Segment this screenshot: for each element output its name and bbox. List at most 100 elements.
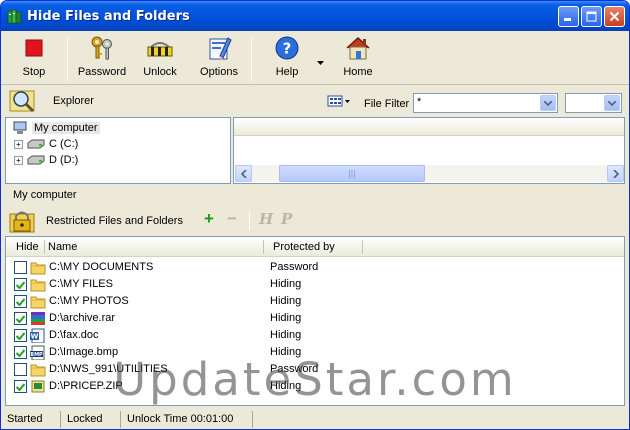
file-list-header[interactable] <box>234 118 624 136</box>
home-icon <box>346 36 370 60</box>
home-button[interactable]: Home <box>341 33 375 83</box>
help-dropdown-arrow[interactable] <box>317 55 324 68</box>
magnifier-icon <box>9 90 35 113</box>
folder-tree[interactable]: My computer + C (C:) + D (D:) <box>5 117 231 184</box>
options-icon <box>209 37 232 60</box>
computer-icon <box>13 121 27 134</box>
column-header-hide[interactable]: Hide <box>16 241 39 253</box>
table-row[interactable]: C:\MY DOCUMENTS Password <box>6 259 624 276</box>
zip-icon <box>31 380 45 393</box>
row-protected-by: Hiding <box>270 278 302 290</box>
table-row[interactable]: C:\MY FILES Hiding <box>6 276 624 293</box>
toolbar-separator <box>249 212 250 230</box>
current-path-bar: My computer <box>5 186 625 205</box>
close-icon <box>609 11 620 22</box>
lock-folder-icon <box>9 211 35 233</box>
stop-icon <box>25 39 43 57</box>
drive-icon <box>27 155 45 165</box>
status-bar: Started Locked Unlock Time 00:01:00 <box>1 409 629 429</box>
explorer-label: Explorer <box>53 95 94 107</box>
rar-icon <box>31 312 45 325</box>
row-protected-by: Hiding <box>270 346 302 358</box>
tree-item-my-computer[interactable]: My computer <box>12 120 100 136</box>
status-unlock-time-panel: Unlock Time 00:01:00 <box>123 411 253 428</box>
minimize-button[interactable] <box>558 6 579 27</box>
secondary-filter-dropdown-button[interactable] <box>604 95 620 111</box>
column-header-name[interactable]: Name <box>48 241 77 253</box>
table-row[interactable]: D:\NWS_991\UTILITIES Password <box>6 361 624 378</box>
home-label: Home <box>343 66 373 78</box>
chevron-down-icon <box>317 61 324 65</box>
table-row[interactable]: D:\PRICEP.ZIP Hiding <box>6 378 624 395</box>
file-filter-combo[interactable]: * <box>413 93 558 113</box>
row-protected-by: Password <box>270 261 319 273</box>
file-list[interactable]: ||| <box>233 117 625 184</box>
file-filter-value: * <box>417 96 422 108</box>
folder-icon <box>30 279 46 292</box>
scroll-left-button[interactable] <box>235 165 252 182</box>
tree-label: My computer <box>32 122 100 134</box>
checkmark-icon <box>16 280 25 289</box>
current-path: My computer <box>13 189 77 201</box>
file-filter-dropdown-button[interactable] <box>540 95 556 111</box>
add-item-button[interactable]: + <box>204 209 214 229</box>
row-protected-by: Hiding <box>270 295 302 307</box>
restricted-label: Restricted Files and Folders <box>46 215 183 227</box>
hide-checkbox[interactable] <box>14 363 27 376</box>
table-row[interactable]: W D:\fax.doc Hiding <box>6 327 624 344</box>
app-books-icon <box>7 9 22 24</box>
hide-checkbox[interactable] <box>14 278 27 291</box>
table-row[interactable]: BMP D:\Image.bmp Hiding <box>6 344 624 361</box>
doc-icon: W <box>30 328 45 343</box>
expand-icon[interactable]: + <box>14 155 23 165</box>
row-protected-by: Hiding <box>270 329 302 341</box>
restricted-files-table[interactable]: Hide Name Protected by C:\MY DOCUMENTS Pa… <box>5 236 625 406</box>
password-button[interactable]: Password <box>74 33 130 83</box>
unlock-button[interactable]: Unlock <box>138 33 182 83</box>
title-bar[interactable]: Hide Files and Folders <box>1 1 629 31</box>
secondary-filter-combo[interactable] <box>565 93 622 113</box>
stop-button[interactable]: Stop <box>17 33 51 83</box>
chevron-left-icon <box>240 169 247 178</box>
hide-checkbox[interactable] <box>14 346 27 359</box>
hide-checkbox[interactable] <box>14 295 27 308</box>
hide-checkbox[interactable] <box>14 312 27 325</box>
main-window: Hide Files and Folders Stop Password Unl… <box>0 0 630 430</box>
row-name: D:\archive.rar <box>49 312 116 324</box>
status-unlock-time: Unlock Time 00:01:00 <box>127 413 234 425</box>
status-lock-panel: Locked <box>63 411 121 428</box>
close-button[interactable] <box>604 6 625 27</box>
table-row[interactable]: D:\archive.rar Hiding <box>6 310 624 327</box>
table-row[interactable]: C:\MY PHOTOS Hiding <box>6 293 624 310</box>
expand-icon[interactable]: + <box>14 139 23 149</box>
column-header-protected-by[interactable]: Protected by <box>273 241 335 253</box>
view-mode-button[interactable] <box>327 95 351 110</box>
maximize-icon <box>586 11 597 22</box>
tree-item-drive-d[interactable]: + D (D:) <box>14 152 78 168</box>
row-name: C:\MY DOCUMENTS <box>49 261 154 273</box>
scroll-thumb[interactable]: ||| <box>279 165 425 182</box>
help-button[interactable]: ? Help <box>268 33 306 83</box>
maximize-button[interactable] <box>581 6 602 27</box>
unlock-label: Unlock <box>143 66 177 78</box>
hide-checkbox[interactable] <box>14 380 27 393</box>
row-name: C:\MY PHOTOS <box>49 295 129 307</box>
horizontal-scrollbar[interactable]: ||| <box>235 165 624 182</box>
row-protected-by: Hiding <box>270 380 302 392</box>
explorer-bar: Explorer File Filter * <box>1 87 629 117</box>
hide-checkbox[interactable] <box>14 261 27 274</box>
status-state-panel: Started <box>3 411 61 428</box>
hide-checkbox[interactable] <box>14 329 27 342</box>
tree-label: C (C:) <box>49 138 79 150</box>
remove-item-button[interactable]: − <box>227 209 237 229</box>
chevron-down-icon <box>544 100 552 106</box>
row-name: C:\MY FILES <box>49 278 113 290</box>
hide-item-button[interactable]: H <box>259 210 273 228</box>
stop-label: Stop <box>22 66 46 78</box>
protect-item-button[interactable]: P <box>281 210 292 228</box>
checkmark-icon <box>16 331 25 340</box>
options-button[interactable]: Options <box>197 33 241 83</box>
tree-item-drive-c[interactable]: + C (C:) <box>14 136 78 152</box>
status-state: Started <box>7 413 43 425</box>
scroll-right-button[interactable] <box>607 165 624 182</box>
